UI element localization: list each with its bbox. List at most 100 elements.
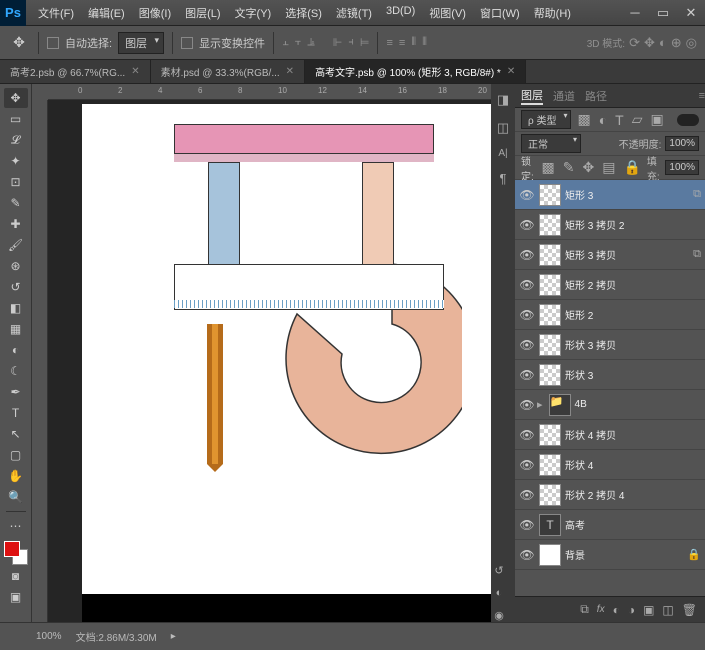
distribute-icon[interactable]: ≡ bbox=[399, 37, 405, 49]
link-layers-icon[interactable]: ⧉ bbox=[580, 602, 589, 617]
layer-row[interactable]: 👁矩形 3⧉ bbox=[515, 180, 705, 210]
visibility-icon[interactable]: 👁 bbox=[519, 278, 535, 292]
layer-row[interactable]: 👁形状 2 拷贝 4 bbox=[515, 480, 705, 510]
3d-icon[interactable]: ⊕ bbox=[671, 35, 682, 51]
new-layer-icon[interactable]: ◫ bbox=[662, 603, 673, 617]
fill-value[interactable]: 100% bbox=[665, 160, 699, 175]
mask-icon[interactable]: ◐ bbox=[613, 603, 620, 617]
brush-tool[interactable]: 🖌 bbox=[4, 235, 28, 255]
layer-row[interactable]: 👁矩形 3 拷贝 2 bbox=[515, 210, 705, 240]
stamp-tool[interactable]: ⊛ bbox=[4, 256, 28, 276]
document-tab[interactable]: 素材.psd @ 33.3%(RGB/...✕ bbox=[151, 60, 305, 83]
dock-icon[interactable]: ◫ bbox=[497, 120, 509, 136]
dodge-tool[interactable]: ☾ bbox=[4, 361, 28, 381]
quickmask-tool[interactable]: ◙ bbox=[4, 566, 28, 586]
info-icon[interactable]: ◉ bbox=[494, 609, 504, 622]
visibility-icon[interactable]: 👁 bbox=[519, 518, 535, 532]
show-transform-checkbox[interactable] bbox=[181, 37, 193, 49]
marquee-tool[interactable]: ▭ bbox=[4, 109, 28, 129]
document-tab[interactable]: 高考2.psb @ 66.7%(RG...✕ bbox=[0, 60, 151, 83]
visibility-icon[interactable]: 👁 bbox=[519, 248, 535, 262]
lock-nest-icon[interactable]: ▤ bbox=[600, 159, 617, 176]
distribute-icon[interactable]: ⦀ bbox=[411, 36, 416, 49]
visibility-icon[interactable]: 👁 bbox=[519, 428, 535, 442]
layers-tab[interactable]: 图层 bbox=[521, 87, 543, 105]
menu-item[interactable]: 窗口(W) bbox=[474, 1, 526, 25]
visibility-icon[interactable]: 👁 bbox=[519, 188, 535, 202]
blur-tool[interactable]: ◐ bbox=[4, 340, 28, 360]
menu-item[interactable]: 视图(V) bbox=[423, 1, 472, 25]
visibility-icon[interactable]: 👁 bbox=[519, 338, 535, 352]
filter-type-icon[interactable]: T bbox=[613, 112, 626, 128]
close-tab-icon[interactable]: ✕ bbox=[131, 66, 139, 77]
edit-toolbar[interactable]: ⋯ bbox=[4, 516, 28, 536]
paragraph-panel-icon[interactable]: ¶ bbox=[500, 171, 507, 186]
menu-item[interactable]: 文件(F) bbox=[32, 1, 80, 25]
layer-row[interactable]: 👁背景🔒 bbox=[515, 540, 705, 570]
lasso-tool[interactable]: 𝓛 bbox=[4, 130, 28, 150]
layer-row[interactable]: 👁矩形 2 bbox=[515, 300, 705, 330]
align-bottom-icon[interactable]: ⫡ bbox=[307, 36, 314, 49]
menu-item[interactable]: 图层(L) bbox=[179, 1, 226, 25]
shape-tool[interactable]: ▢ bbox=[4, 445, 28, 465]
menu-item[interactable]: 帮助(H) bbox=[528, 1, 577, 25]
align-right-icon[interactable]: ⊨ bbox=[360, 36, 370, 49]
character-panel-icon[interactable]: A| bbox=[498, 148, 507, 159]
minimize-button[interactable]: ─ bbox=[621, 0, 649, 26]
layer-row[interactable]: 👁形状 3 拷贝 bbox=[515, 330, 705, 360]
pen-tool[interactable]: ✒ bbox=[4, 382, 28, 402]
menu-item[interactable]: 文字(Y) bbox=[229, 1, 278, 25]
menu-item[interactable]: 3D(D) bbox=[380, 1, 421, 25]
heal-tool[interactable]: ✚ bbox=[4, 214, 28, 234]
close-tab-icon[interactable]: ✕ bbox=[507, 66, 515, 77]
layer-row[interactable]: 👁▸📁4B bbox=[515, 390, 705, 420]
paths-tab[interactable]: 路径 bbox=[585, 88, 607, 104]
adjustment-icon[interactable]: ◑ bbox=[628, 603, 635, 617]
opacity-value[interactable]: 100% bbox=[665, 136, 699, 151]
color-swatches[interactable] bbox=[4, 541, 28, 565]
lock-paint-icon[interactable]: ✎ bbox=[561, 159, 577, 176]
align-left-icon[interactable]: ⊩ bbox=[333, 36, 343, 49]
zoom-tool[interactable]: 🔍 bbox=[4, 487, 28, 507]
filter-toggle[interactable] bbox=[677, 114, 699, 126]
3d-pan-icon[interactable]: ✥ bbox=[644, 35, 655, 51]
visibility-icon[interactable]: 👁 bbox=[519, 218, 535, 232]
path-select-tool[interactable]: ↖ bbox=[4, 424, 28, 444]
group-icon[interactable]: ▣ bbox=[643, 603, 654, 617]
close-tab-icon[interactable]: ✕ bbox=[286, 66, 294, 77]
fx-icon[interactable]: fx bbox=[597, 604, 605, 615]
layer-row[interactable]: 👁矩形 3 拷贝⧉ bbox=[515, 240, 705, 270]
3d-icon[interactable]: ◎ bbox=[686, 35, 697, 51]
visibility-icon[interactable]: 👁 bbox=[519, 308, 535, 322]
lock-all-icon[interactable]: 🔒 bbox=[621, 159, 642, 176]
status-arrow-icon[interactable]: ▸ bbox=[171, 631, 176, 642]
layer-row[interactable]: 👁形状 3 bbox=[515, 360, 705, 390]
close-button[interactable]: ✕ bbox=[677, 0, 705, 26]
gradient-tool[interactable]: ▦ bbox=[4, 319, 28, 339]
hand-tool[interactable]: ✋ bbox=[4, 466, 28, 486]
layer-row[interactable]: 👁T高考 bbox=[515, 510, 705, 540]
filter-shape-icon[interactable]: ▱ bbox=[630, 111, 645, 128]
zoom-level[interactable]: 100% bbox=[36, 631, 62, 642]
props-icon[interactable]: ◐ bbox=[496, 587, 503, 599]
auto-select-checkbox[interactable] bbox=[47, 37, 59, 49]
filter-kind[interactable]: ρ 类型 bbox=[521, 110, 571, 129]
layer-row[interactable]: 👁矩形 2 拷贝 bbox=[515, 270, 705, 300]
menu-item[interactable]: 滤镜(T) bbox=[330, 1, 378, 25]
blend-mode[interactable]: 正常 bbox=[521, 134, 581, 153]
visibility-icon[interactable]: 👁 bbox=[519, 398, 535, 412]
panel-menu-icon[interactable]: ≡ bbox=[699, 90, 705, 102]
layer-row[interactable]: 👁形状 4 bbox=[515, 450, 705, 480]
type-tool[interactable]: T bbox=[4, 403, 28, 423]
history-brush-tool[interactable]: ↺ bbox=[4, 277, 28, 297]
crop-tool[interactable]: ⊡ bbox=[4, 172, 28, 192]
canvas[interactable] bbox=[82, 104, 491, 622]
document-tab[interactable]: 高考文字.psb @ 100% (矩形 3, RGB/8#) *✕ bbox=[305, 60, 526, 83]
channels-tab[interactable]: 通道 bbox=[553, 88, 575, 104]
filter-adjust-icon[interactable]: ◐ bbox=[597, 112, 609, 128]
menu-item[interactable]: 选择(S) bbox=[279, 1, 328, 25]
wand-tool[interactable]: ✦ bbox=[4, 151, 28, 171]
visibility-icon[interactable]: 👁 bbox=[519, 458, 535, 472]
align-middle-icon[interactable]: ⫟ bbox=[295, 36, 302, 49]
filter-pixel-icon[interactable]: ▩ bbox=[575, 111, 592, 128]
